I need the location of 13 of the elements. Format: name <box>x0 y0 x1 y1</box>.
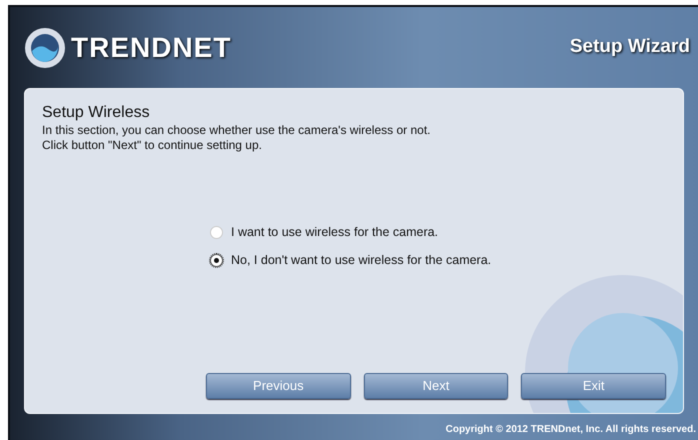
copyright-text: Copyright © 2012 TRENDnet, Inc. All rights reserved. <box>446 423 696 437</box>
wizard-button[interactable]: Previous <box>206 373 351 399</box>
section-heading: Setup Wireless <box>42 103 151 123</box>
radio-option[interactable]: No, I don't want to use wireless for the camera. <box>210 250 666 270</box>
radio-option[interactable]: I want to use wireless for the camera. <box>210 223 666 242</box>
radio-button[interactable] <box>210 254 223 267</box>
instruction-text: Click button "Next" to continue setting up. <box>42 138 263 153</box>
wizard-title: Setup Wizard <box>570 35 690 60</box>
wizard-button[interactable]: Next <box>364 373 508 399</box>
instruction-text: In this section, you can choose whether use the camera's wireless or not. <box>42 123 432 138</box>
wizard-button[interactable]: Exit <box>521 373 666 399</box>
logo-text: TRENDNET <box>71 30 232 64</box>
logo-icon <box>24 26 66 68</box>
